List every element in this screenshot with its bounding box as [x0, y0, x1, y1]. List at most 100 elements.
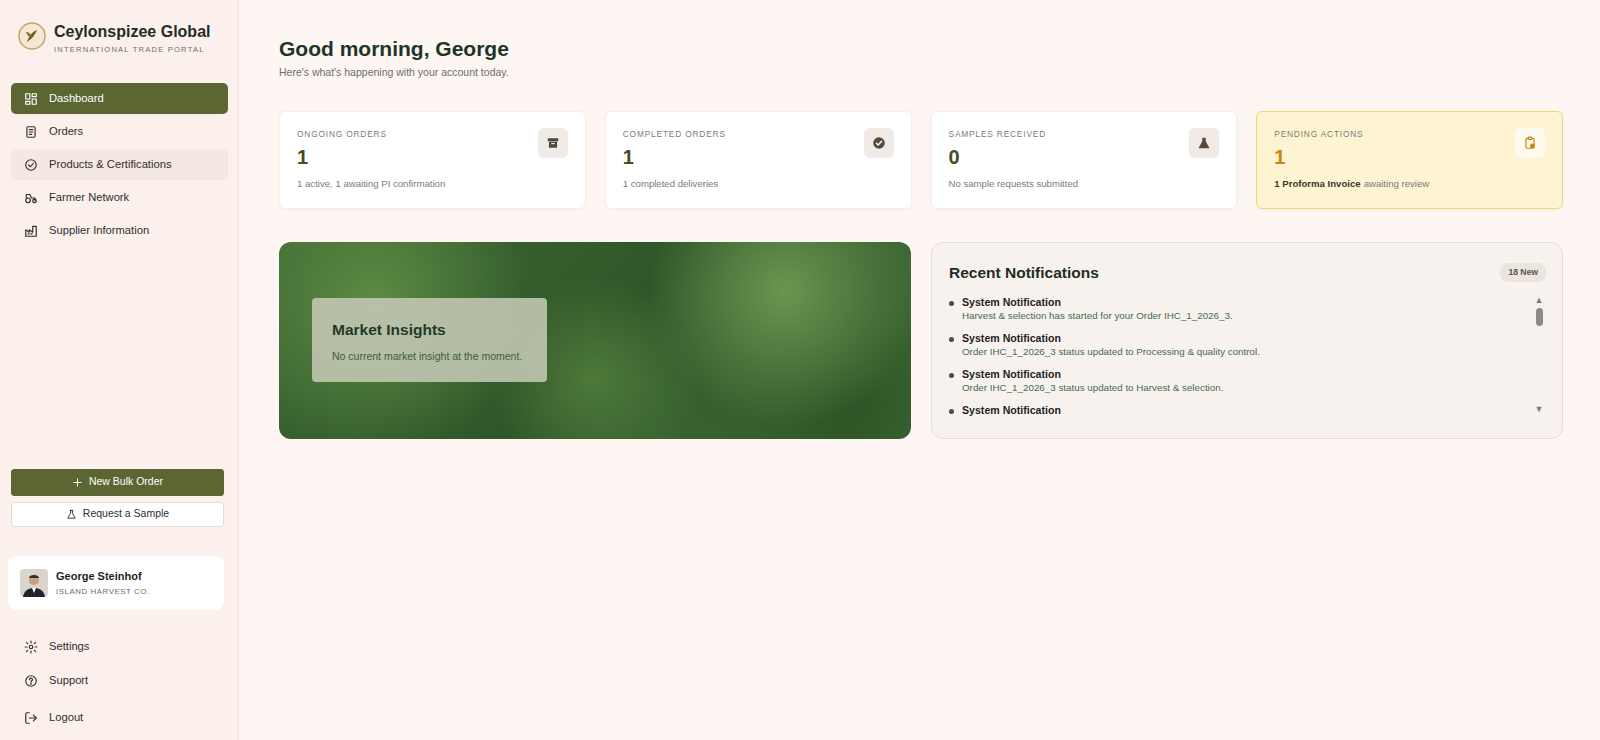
brand-tagline: INTERNATIONAL TRADE PORTAL: [54, 44, 210, 55]
spacer: [0, 248, 238, 469]
logout-icon: [24, 711, 38, 725]
footer-item[interactable]: Support: [11, 665, 228, 696]
logo-icon: [18, 22, 46, 50]
stat-main: PENDING ACTIONS 1: [1274, 128, 1363, 168]
stat-header: SAMPLES RECEIVED0: [949, 128, 1220, 168]
help-icon: [24, 674, 38, 688]
main-content: Good morning, George Here's what's happen…: [239, 0, 1600, 740]
stat-note: 1 Proforma Invoice awaiting review: [1274, 177, 1545, 191]
factory-icon: [24, 224, 38, 238]
note-part: awaiting review: [1364, 178, 1430, 189]
new-count-badge: 18 New: [1500, 263, 1546, 282]
sidebar-item[interactable]: Dashboard: [11, 83, 228, 114]
avatar-icon: [20, 569, 48, 597]
plus-icon: [72, 477, 83, 488]
stat-value: 1: [297, 146, 387, 168]
user-info: George SteinhofISLAND HARVEST CO.: [56, 568, 150, 598]
stat-card[interactable]: ONGOING ORDERS1 1 active, 1 awaiting PI c…: [279, 111, 586, 209]
sidebar-item[interactable]: Products & Certifications: [11, 149, 228, 180]
insights-title: Market Insights: [332, 318, 527, 341]
bullet-dot: [949, 373, 954, 378]
footer-label: Support: [49, 672, 88, 689]
note-part: 1 Proforma Invoice: [1274, 178, 1360, 189]
greeting-subtitle: Here's what's happening with your accoun…: [279, 65, 1563, 81]
stat-card[interactable]: COMPLETED ORDERS1 1 completed deliveries: [605, 111, 912, 209]
check-icon: [864, 128, 894, 158]
notification-title: System Notification: [962, 404, 1061, 417]
sidebar-footer: Settings Support Logout: [0, 631, 238, 740]
stat-label: PENDING ACTIONS: [1274, 128, 1363, 141]
stat-value: 1: [1274, 146, 1363, 168]
stat-note: 1 completed deliveries: [623, 177, 894, 191]
notification-item[interactable]: System NotificationHarvest & selection h…: [949, 296, 1524, 332]
note-part: No sample requests submitted: [949, 178, 1079, 189]
notifications-list[interactable]: System NotificationHarvest & selection h…: [949, 296, 1524, 428]
scroll-thumb[interactable]: [1536, 308, 1543, 326]
stat-main: ONGOING ORDERS1: [297, 128, 387, 168]
footer-item[interactable]: Logout: [11, 702, 228, 733]
stat-header: PENDING ACTIONS 1: [1274, 128, 1545, 168]
notifications-title: Recent Notifications: [949, 261, 1099, 284]
notifications-body: System NotificationHarvest & selection h…: [949, 296, 1546, 434]
certificate-icon: [24, 158, 38, 172]
notification-item[interactable]: System Notification: [949, 404, 1524, 426]
notification-message: Order IHC_1_2026_3 status updated to Har…: [962, 382, 1223, 395]
bullet-dot: [949, 409, 954, 414]
notification-text: System NotificationOrder IHC_1_2026_3 st…: [962, 368, 1223, 395]
notification-item[interactable]: System NotificationOrder IHC_1_2026_3 st…: [949, 332, 1524, 368]
tractor-icon: [24, 191, 38, 205]
archive-icon: [538, 128, 568, 158]
stat-main: COMPLETED ORDERS1: [623, 128, 726, 168]
user-card[interactable]: George SteinhofISLAND HARVEST CO.: [8, 556, 224, 610]
sidebar-label: Orders: [49, 123, 83, 140]
user-name: George Steinhof: [56, 568, 150, 585]
scroll-up-button[interactable]: ▲: [1535, 296, 1544, 305]
sidebar-nav: Dashboard Orders Products & Certifications…: [0, 83, 238, 248]
notification-text: System NotificationOrder IHC_1_2026_3 st…: [962, 332, 1260, 359]
brand-text: Ceylonspizee Global INTERNATIONAL TRADE P…: [54, 22, 210, 56]
market-insights-banner: Market InsightsNo current market insight…: [279, 242, 911, 439]
gear-icon: [24, 640, 38, 654]
sidebar: Ceylonspizee Global INTERNATIONAL TRADE P…: [0, 0, 239, 740]
sidebar-label: Products & Certifications: [49, 156, 172, 173]
notification-title: System Notification: [962, 368, 1223, 381]
scrollbar[interactable]: ▲▼: [1532, 296, 1546, 414]
market-insights-card: Market InsightsNo current market insight…: [312, 298, 547, 382]
clipboard-icon: [1515, 128, 1545, 158]
notification-message: Order IHC_1_2026_3 status updated to Pro…: [962, 346, 1260, 359]
scroll-down-button[interactable]: ▼: [1535, 405, 1544, 414]
stat-value: 1: [623, 146, 726, 168]
footer-item[interactable]: Settings: [11, 631, 228, 662]
note-part: 1 active, 1 awaiting PI confirmation: [297, 178, 445, 189]
request-sample-button[interactable]: Request a Sample: [11, 502, 224, 527]
button-label: New Bulk Order: [89, 474, 163, 490]
stat-note: No sample requests submitted: [949, 177, 1220, 191]
stat-main: SAMPLES RECEIVED0: [949, 128, 1047, 168]
orders-icon: [24, 125, 38, 139]
stat-value: 0: [949, 146, 1047, 168]
new-order-button[interactable]: New Bulk Order: [11, 469, 224, 496]
stat-card[interactable]: PENDING ACTIONS 1 1 Proforma Invoice awaiti…: [1256, 111, 1563, 209]
stats-row: ONGOING ORDERS1 1 active, 1 awaiting PI c…: [279, 111, 1563, 209]
sidebar-item[interactable]: Orders: [11, 116, 228, 147]
brand[interactable]: Ceylonspizee Global INTERNATIONAL TRADE P…: [0, 0, 238, 83]
flask-icon: [1189, 128, 1219, 158]
brand-name: Ceylonspizee Global: [54, 22, 210, 41]
bullet-dot: [949, 301, 954, 306]
notification-title: System Notification: [962, 332, 1260, 345]
notification-item[interactable]: System NotificationOrder IHC_1_2026_3 st…: [949, 368, 1524, 404]
sidebar-item[interactable]: Supplier Information: [11, 215, 228, 246]
user-company: ISLAND HARVEST CO.: [56, 586, 150, 598]
footer-label: Settings: [49, 638, 89, 655]
notifications-panel: Recent Notifications 18 New System Notific…: [931, 242, 1563, 439]
notification-text: System NotificationHarvest & selection h…: [962, 296, 1233, 323]
sidebar-item[interactable]: Farmer Network: [11, 182, 228, 213]
footer-label: Logout: [49, 709, 83, 726]
sidebar-actions: New Bulk Order Request a Sample: [0, 469, 238, 527]
stat-header: COMPLETED ORDERS1: [623, 128, 894, 168]
lower-row: Market InsightsNo current market insight…: [279, 242, 1563, 439]
stat-card[interactable]: SAMPLES RECEIVED0 No sample requests subm…: [931, 111, 1238, 209]
note-part: 1 completed deliveries: [623, 178, 718, 189]
greeting-title: Good morning, George: [279, 36, 1563, 61]
flask-icon: [66, 509, 77, 520]
